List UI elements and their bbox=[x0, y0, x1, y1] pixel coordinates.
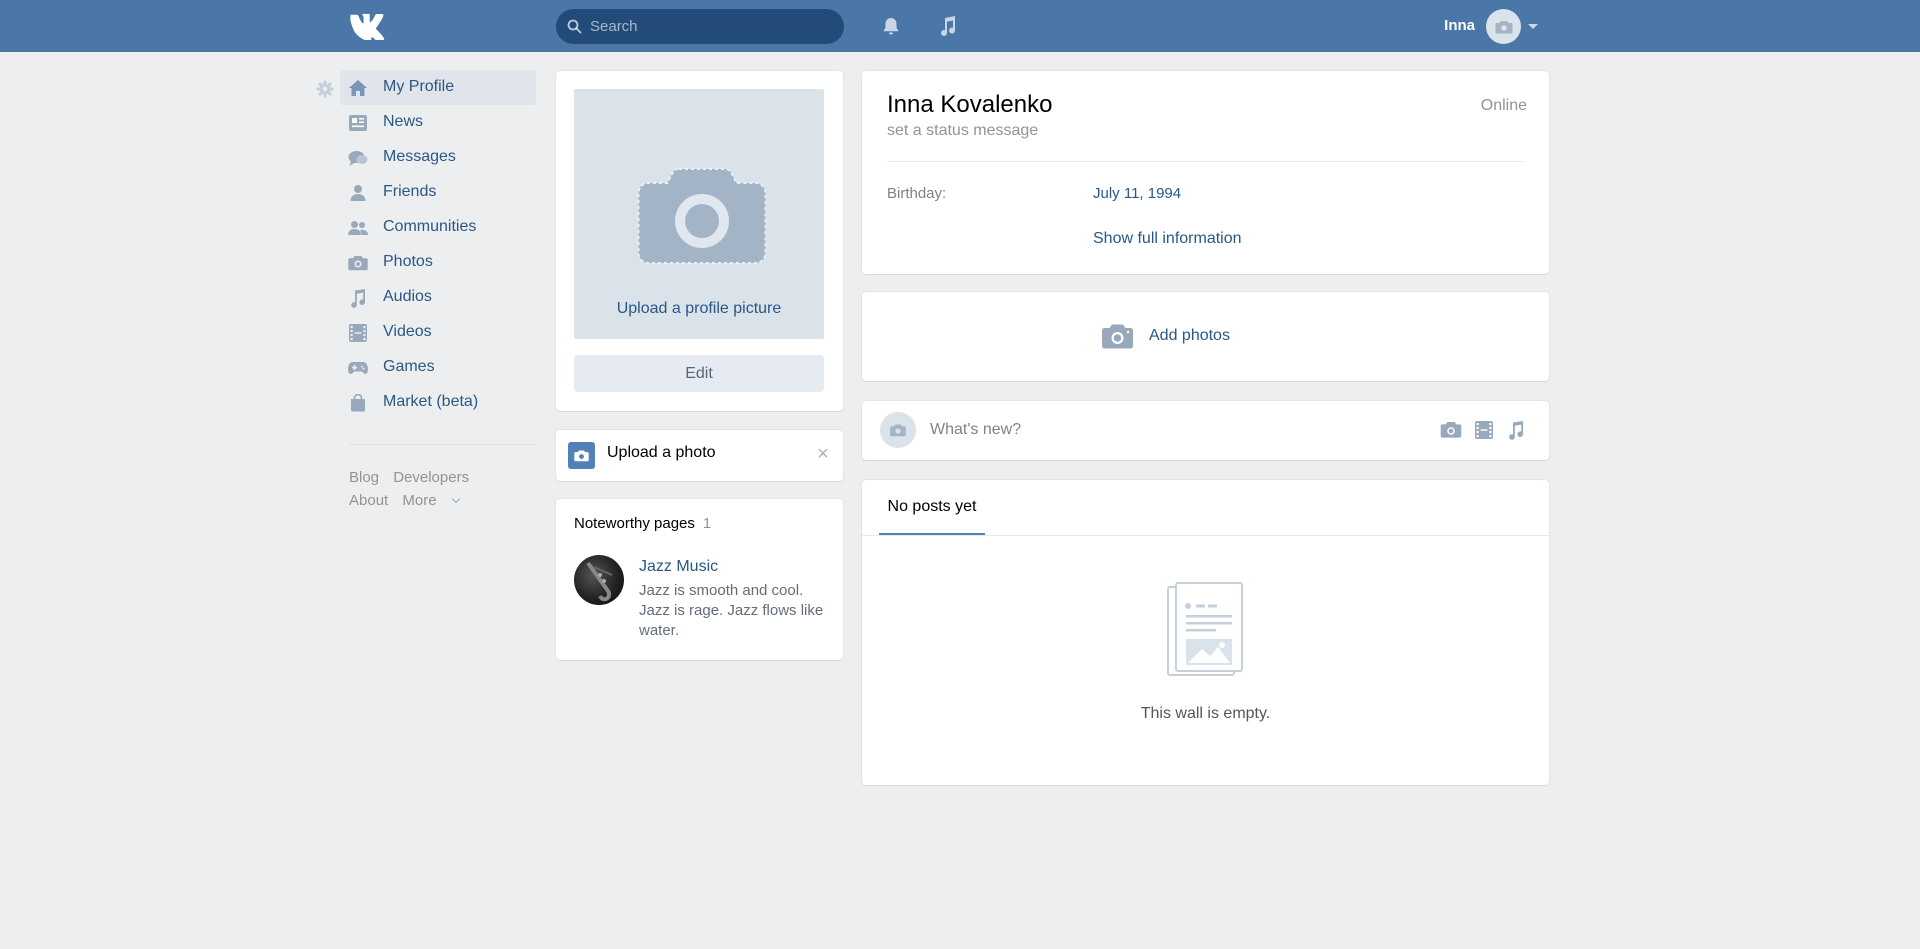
noteworthy-pages-title: Noteworthy pages bbox=[574, 515, 695, 532]
show-full-information-link[interactable]: Show full information bbox=[1093, 230, 1242, 248]
sidebar-item-photos[interactable]: Photos bbox=[340, 245, 536, 280]
film-icon bbox=[1475, 421, 1493, 439]
new-post-box bbox=[862, 401, 1549, 460]
saxophone-image bbox=[586, 561, 613, 602]
profile-name: Inna Kovalenko bbox=[887, 91, 1053, 118]
music-note-icon bbox=[348, 288, 368, 308]
chevron-down-icon bbox=[451, 494, 460, 504]
more-link-label: More bbox=[402, 492, 437, 509]
search-box[interactable] bbox=[556, 9, 844, 44]
home-icon bbox=[348, 78, 368, 98]
vk-logo-icon[interactable] bbox=[348, 12, 392, 40]
camera-icon bbox=[637, 168, 767, 264]
friend-icon bbox=[348, 183, 368, 203]
sidebar-item-label: News bbox=[383, 113, 424, 130]
sidebar-item-label: Audios bbox=[383, 288, 432, 305]
wall-card: No posts yet This wall is empty. bbox=[862, 480, 1549, 785]
camera-icon bbox=[1495, 20, 1512, 33]
profile-picture-placeholder[interactable]: Upload a profile picture bbox=[574, 89, 824, 339]
page-name-link[interactable]: Jazz Music bbox=[639, 558, 718, 576]
avatar bbox=[880, 412, 916, 448]
developers-link[interactable]: Developers bbox=[393, 469, 469, 486]
noteworthy-pages-count: 1 bbox=[702, 515, 712, 532]
more-link[interactable]: More bbox=[402, 492, 460, 509]
sidebar-item-label: Games bbox=[383, 358, 435, 375]
add-photos-link[interactable]: Add photos bbox=[1149, 327, 1230, 345]
sidebar-item-my-profile[interactable]: My Profile bbox=[340, 70, 536, 105]
communities-icon bbox=[348, 218, 368, 238]
bag-icon bbox=[348, 393, 368, 413]
page-description: Jazz is smooth and cool. Jazz is rage. J… bbox=[639, 582, 824, 639]
camera-icon bbox=[568, 442, 595, 469]
status-message-field[interactable]: set a status message bbox=[887, 122, 1038, 140]
noteworthy-pages-header[interactable]: Noteworthy pages 1 bbox=[574, 515, 711, 532]
divider bbox=[862, 535, 1549, 536]
sidebar-item-news[interactable]: News bbox=[340, 105, 536, 140]
noteworthy-pages-card: Noteworthy pages 1 Jazz Music Jazz is smo… bbox=[556, 499, 843, 660]
page-avatar[interactable] bbox=[574, 555, 624, 605]
sidebar-item-label: Messages bbox=[383, 148, 456, 165]
music-note-icon bbox=[941, 16, 956, 37]
sidebar-item-label: Communities bbox=[383, 218, 477, 235]
sidebar-item-label: Friends bbox=[383, 183, 437, 200]
upload-profile-picture-link[interactable]: Upload a profile picture bbox=[574, 300, 824, 318]
divider bbox=[349, 444, 536, 445]
bell-icon bbox=[883, 18, 899, 35]
sidebar-item-label: Market (beta) bbox=[383, 393, 479, 410]
sidebar-item-friends[interactable]: Friends bbox=[340, 175, 536, 210]
search-icon bbox=[567, 19, 582, 34]
camera-icon bbox=[890, 424, 906, 436]
notifications-button[interactable] bbox=[877, 12, 905, 40]
divider bbox=[887, 161, 1524, 162]
edit-button[interactable]: Edit bbox=[574, 355, 824, 392]
top-header: Inna bbox=[0, 0, 1920, 52]
sidebar-item-audios[interactable]: Audios bbox=[340, 280, 536, 315]
news-icon bbox=[348, 113, 368, 133]
sidebar-item-communities[interactable]: Communities bbox=[340, 210, 536, 245]
messages-icon bbox=[348, 148, 368, 168]
close-icon[interactable]: × bbox=[814, 444, 832, 464]
sidebar-item-label: Photos bbox=[383, 253, 433, 270]
upload-photo-card[interactable]: Upload a photo × bbox=[556, 430, 843, 481]
camera-icon bbox=[1102, 324, 1133, 349]
camera-icon bbox=[348, 253, 368, 273]
tab-no-posts[interactable]: No posts yet bbox=[879, 480, 985, 535]
birthday-value[interactable]: July 11, 1994 bbox=[1093, 185, 1181, 202]
birthday-label: Birthday: bbox=[887, 185, 947, 202]
gear-icon[interactable] bbox=[316, 80, 334, 98]
attach-audio-button[interactable] bbox=[1505, 420, 1527, 440]
about-link[interactable]: About bbox=[349, 492, 388, 509]
sidebar-item-market[interactable]: Market (beta) bbox=[340, 385, 536, 420]
upload-photo-label: Upload a photo bbox=[607, 444, 716, 461]
sidebar-item-videos[interactable]: Videos bbox=[340, 315, 536, 350]
gamepad-icon bbox=[348, 358, 368, 378]
search-input[interactable] bbox=[590, 9, 838, 44]
music-button[interactable] bbox=[934, 12, 962, 40]
sidebar-item-games[interactable]: Games bbox=[340, 350, 536, 385]
blog-link[interactable]: Blog bbox=[349, 469, 379, 486]
camera-icon bbox=[1440, 422, 1462, 438]
chevron-down-icon[interactable] bbox=[1528, 24, 1538, 29]
empty-wall-document-icon bbox=[1167, 582, 1243, 676]
sidebar-nav: My Profile News Messages Friends Communi… bbox=[340, 70, 536, 420]
attach-photo-button[interactable] bbox=[1440, 420, 1462, 440]
profile-info-card: Inna Kovalenko Online set a status messa… bbox=[862, 71, 1549, 274]
online-status: Online bbox=[1480, 97, 1527, 114]
sidebar-item-messages[interactable]: Messages bbox=[340, 140, 536, 175]
attach-video-button[interactable] bbox=[1473, 420, 1495, 440]
music-note-icon bbox=[1509, 421, 1523, 440]
profile-picture-card: Upload a profile picture Edit bbox=[556, 71, 843, 411]
sidebar-footer-links: Blog Developers About More bbox=[349, 466, 549, 512]
whats-new-input[interactable] bbox=[930, 411, 1400, 449]
user-name[interactable]: Inna bbox=[1430, 17, 1475, 34]
add-photos-card[interactable]: Add photos bbox=[862, 292, 1549, 381]
user-avatar[interactable] bbox=[1486, 9, 1521, 44]
sidebar-item-label: Videos bbox=[383, 323, 432, 340]
empty-wall-text: This wall is empty. bbox=[1140, 705, 1271, 722]
sidebar-item-label: My Profile bbox=[383, 78, 455, 95]
film-icon bbox=[348, 323, 368, 343]
